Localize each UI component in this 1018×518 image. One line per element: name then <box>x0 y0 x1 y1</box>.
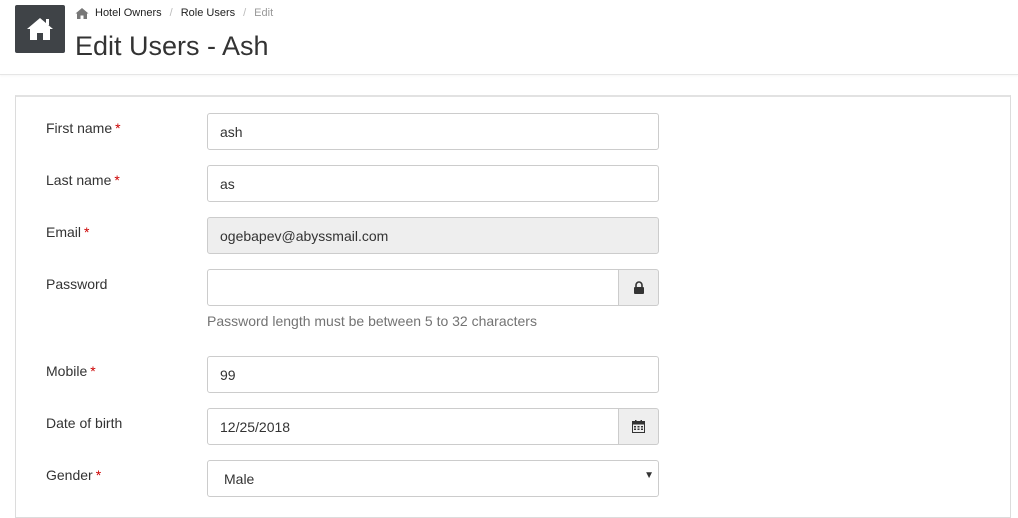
first-name-label: First name * <box>46 120 121 136</box>
home-icon <box>27 18 53 40</box>
breadcrumb-home-icon[interactable] <box>75 7 89 20</box>
home-tile[interactable] <box>15 5 65 53</box>
breadcrumb-separator: / <box>243 7 247 19</box>
last-name-label: Last name * <box>46 172 120 188</box>
breadcrumb-separator: / <box>169 7 173 19</box>
password-label: Password <box>46 276 108 292</box>
required-marker: * <box>114 172 120 188</box>
lock-icon <box>633 281 644 294</box>
edit-user-form: First name* Last name* Email* Password P… <box>15 95 1011 518</box>
breadcrumb-current: Edit <box>254 7 274 19</box>
email-input[interactable] <box>207 217 659 254</box>
password-input[interactable] <box>207 269 619 306</box>
chevron-down-icon: ▼ <box>644 470 654 481</box>
required-marker: * <box>84 224 90 240</box>
mobile-input[interactable] <box>207 356 659 393</box>
required-marker: * <box>90 363 96 379</box>
page-header: Hotel Owners / Role Users / Edit Edit Us… <box>0 0 1018 75</box>
dob-input[interactable] <box>207 408 619 445</box>
email-label: Email * <box>46 224 90 240</box>
password-group <box>207 269 659 306</box>
password-addon[interactable] <box>619 269 659 306</box>
calendar-icon <box>632 420 645 433</box>
required-marker: * <box>115 120 121 136</box>
breadcrumb: Hotel Owners / Role Users / Edit <box>75 4 273 22</box>
password-help-text: Password length must be between 5 to 32 … <box>207 313 537 329</box>
breadcrumb-role-users[interactable]: Role Users <box>181 7 235 19</box>
dob-label: Date of birth <box>46 415 123 431</box>
mobile-label: Mobile * <box>46 363 96 379</box>
last-name-input[interactable] <box>207 165 659 202</box>
breadcrumb-hotel-owners[interactable]: Hotel Owners <box>95 7 162 19</box>
required-marker: * <box>95 467 102 483</box>
dob-calendar-button[interactable] <box>619 408 659 445</box>
gender-label: Gender * <box>46 467 102 483</box>
page-title: Edit Users - Ash <box>75 31 269 61</box>
gender-select[interactable]: Male ▼ <box>207 460 659 497</box>
dob-group <box>207 408 659 445</box>
first-name-input[interactable] <box>207 113 659 150</box>
gender-selected-value: Male <box>224 471 255 487</box>
